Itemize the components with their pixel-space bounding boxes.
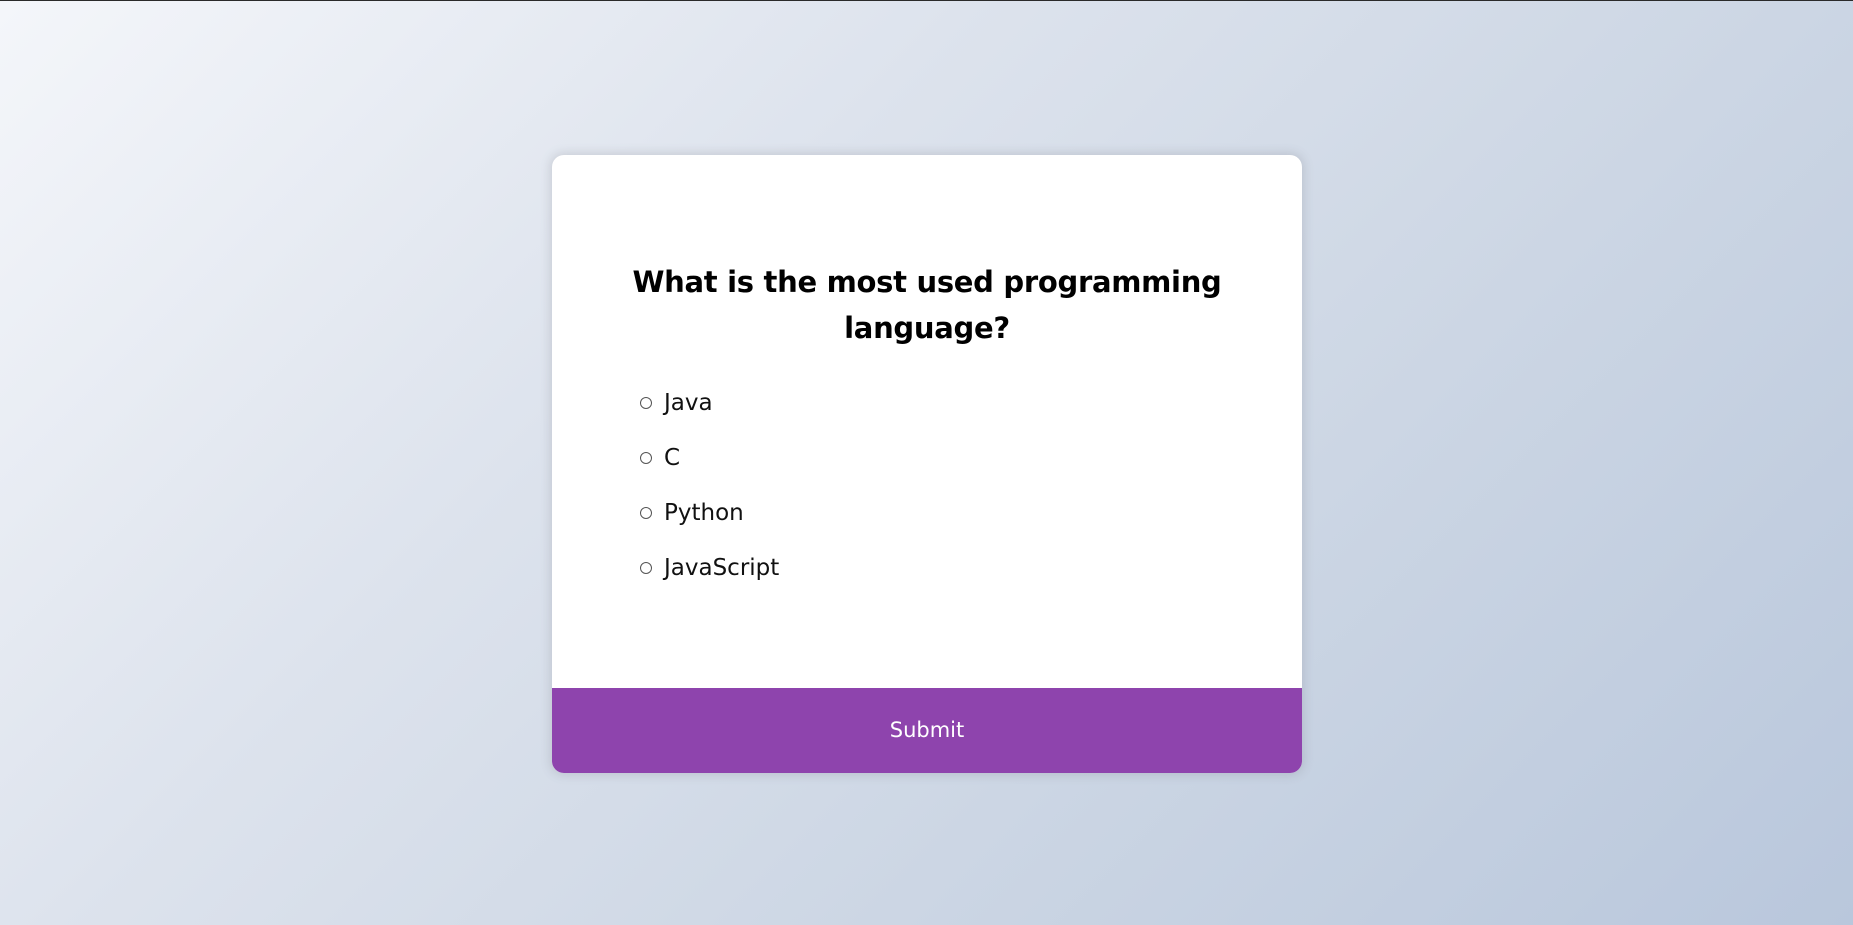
radio-button[interactable]: [640, 451, 652, 464]
answer-list: Java C Python JavaScript: [638, 375, 779, 595]
answer-label[interactable]: C: [664, 445, 680, 471]
answer-label[interactable]: Java: [664, 390, 713, 416]
answer-option-java[interactable]: Java: [638, 375, 779, 430]
answer-option-python[interactable]: Python: [638, 485, 779, 540]
question-text: What is the most used programming langua…: [632, 265, 1222, 345]
radio-button[interactable]: [640, 506, 652, 519]
answer-option-c[interactable]: C: [638, 430, 779, 485]
radio-button[interactable]: [640, 396, 652, 409]
answer-label[interactable]: JavaScript: [664, 555, 779, 581]
quiz-card: What is the most used programming langua…: [552, 155, 1302, 773]
answer-label[interactable]: Python: [664, 500, 744, 526]
page-background: { "quiz": { "question": "What is the mos…: [0, 0, 1853, 925]
submit-button[interactable]: Submit: [552, 688, 1302, 773]
quiz-body: What is the most used programming langua…: [552, 155, 1302, 688]
answer-option-javascript[interactable]: JavaScript: [638, 540, 779, 595]
radio-button[interactable]: [640, 561, 652, 574]
